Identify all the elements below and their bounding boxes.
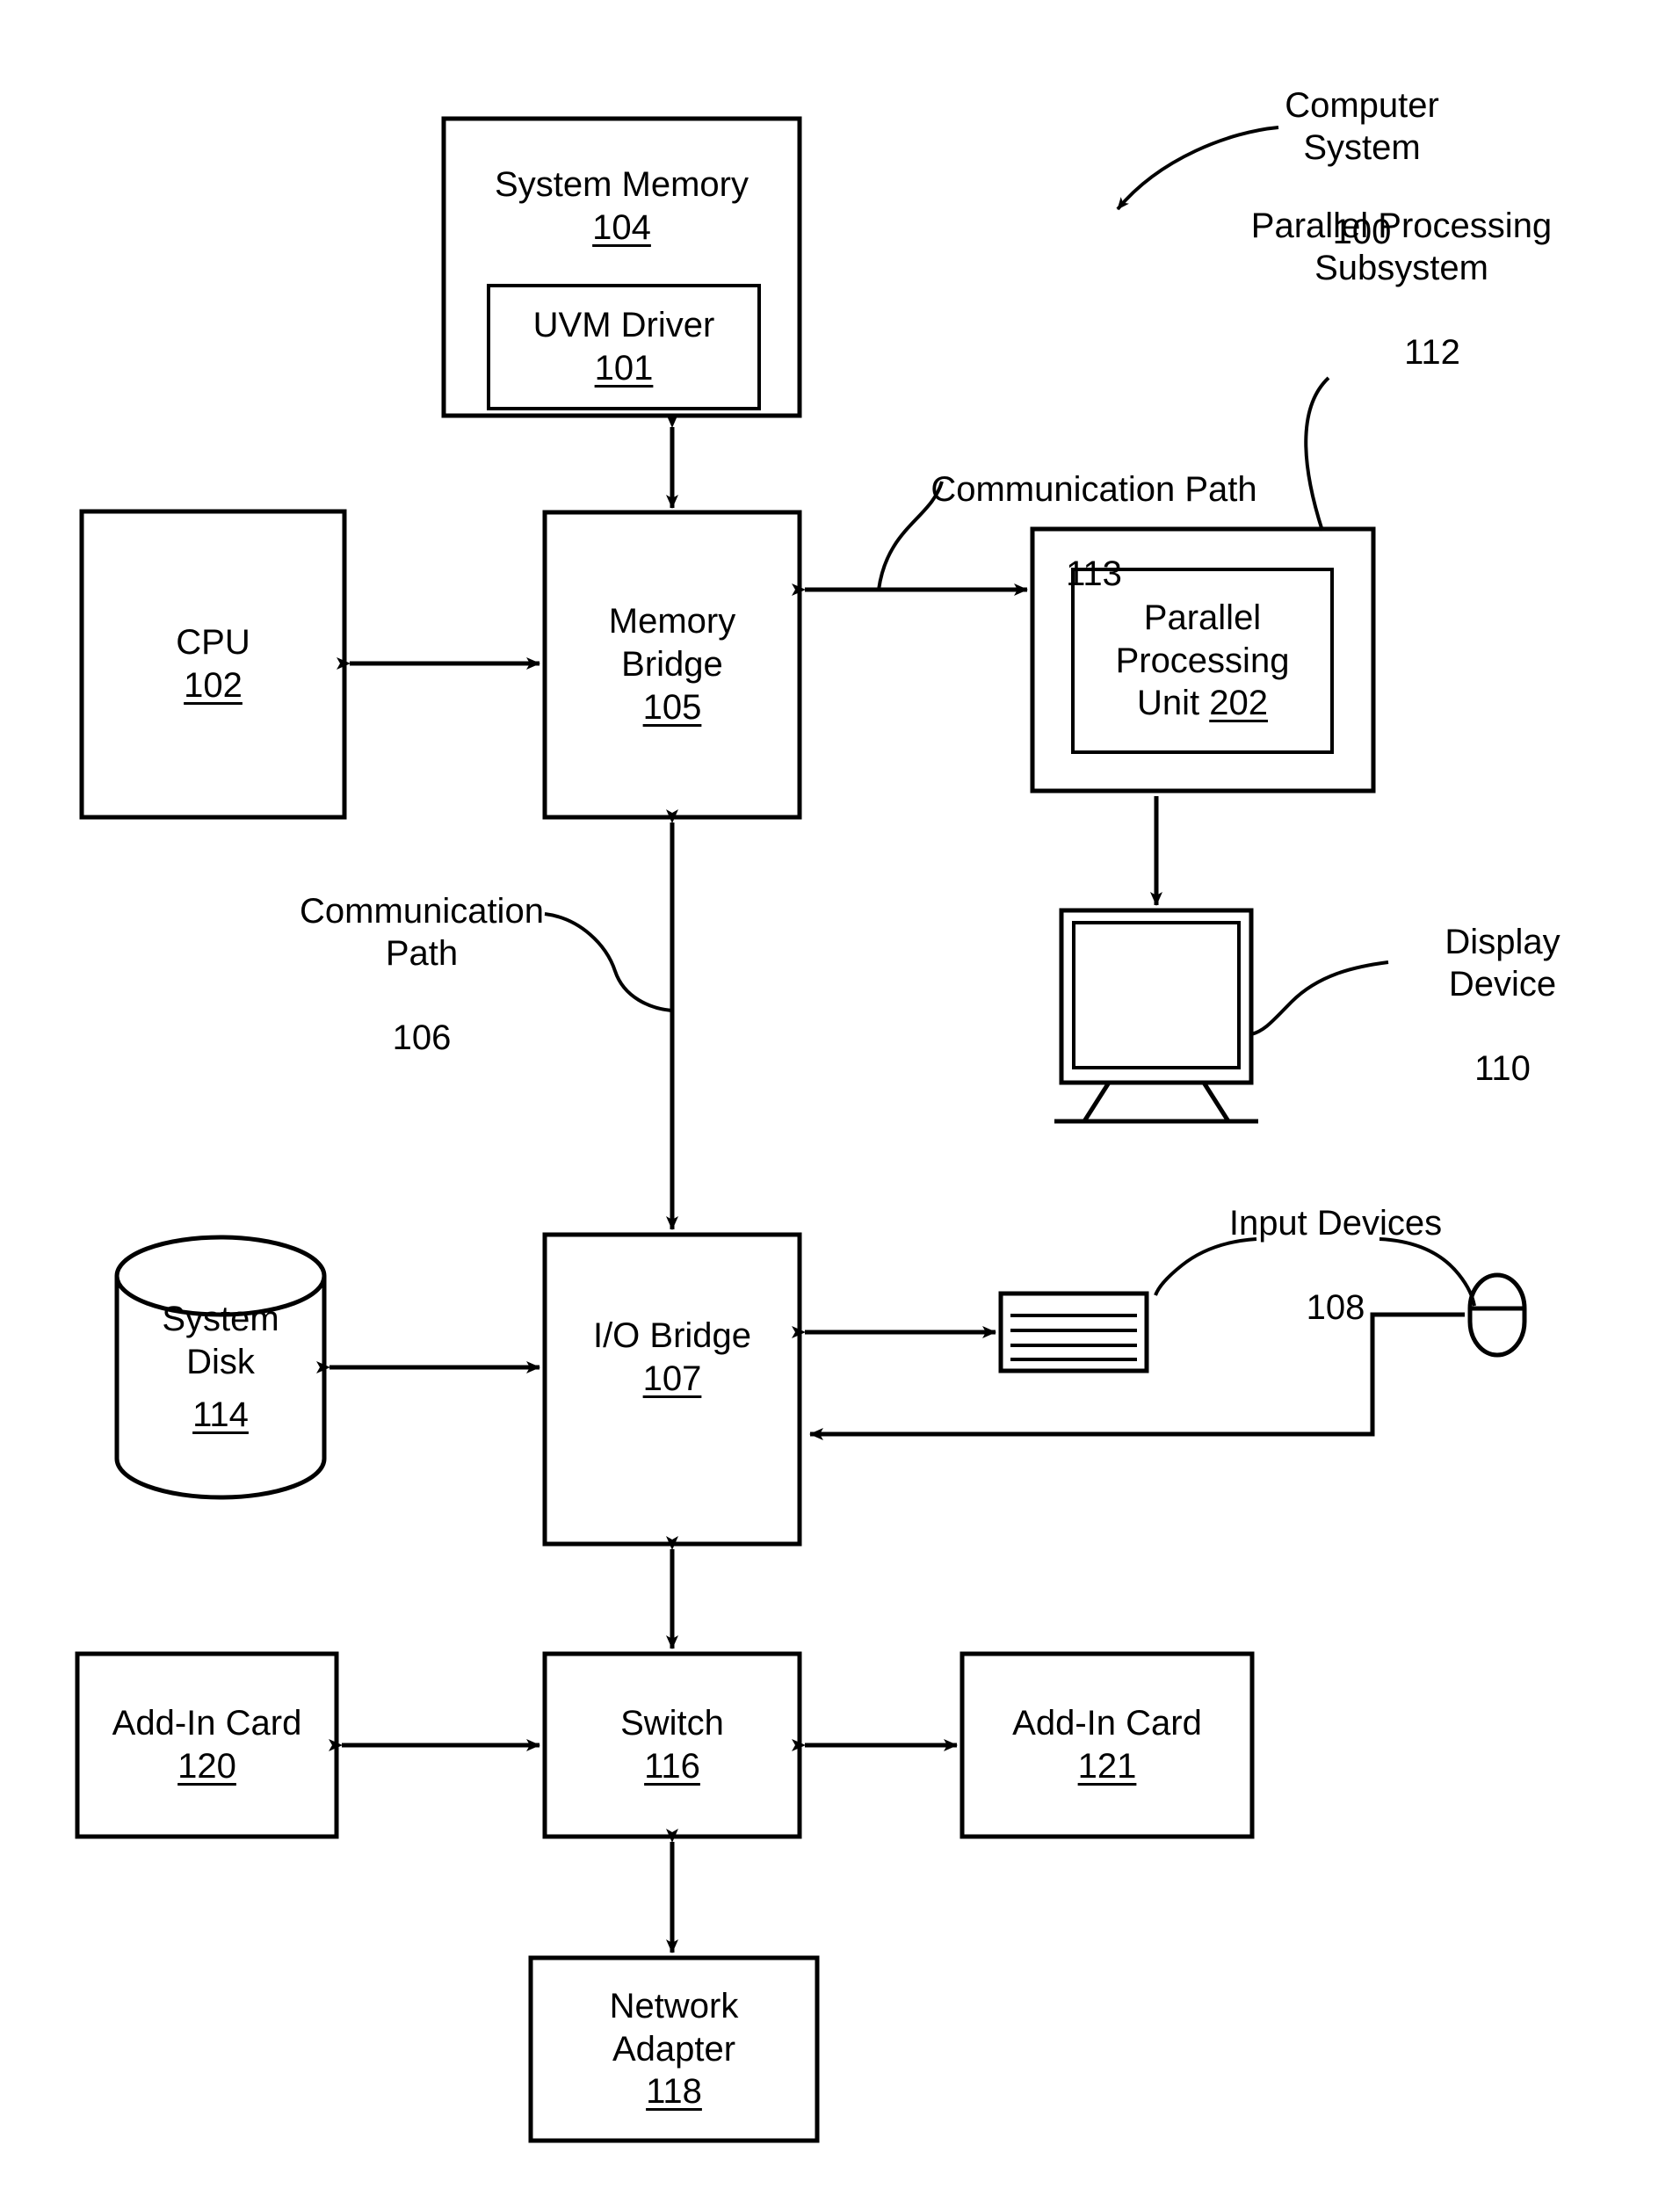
display-device-name: Display Device: [1445, 923, 1561, 1004]
input-devices-name: Input Devices: [1228, 1204, 1443, 1243]
communication-path-106-name: Communication Path: [300, 892, 544, 973]
leader-display-device: [1250, 960, 1389, 1036]
uvm-driver-box: [487, 284, 761, 410]
patent-figure: System Memory 104 UVM Driver 101 CPU 102…: [0, 0, 1680, 2203]
switch-box: [542, 1651, 802, 1839]
display-device-annotation: Display Device 110: [1393, 879, 1612, 1132]
io-bridge-box: [542, 1232, 802, 1547]
computer-system-name: Computer System: [1285, 86, 1439, 167]
system-memory-box: [441, 116, 802, 418]
parallel-processing-subsystem-name: Parallel Processing Subsystem: [1250, 207, 1553, 287]
keyboard-shape: [998, 1291, 1149, 1373]
input-devices-annotation: Input Devices 108: [1169, 1160, 1503, 1371]
communication-path-113-ref: 113: [1066, 554, 1122, 593]
network-adapter-box: [528, 1955, 820, 2143]
add-in-card-121-box: [959, 1651, 1255, 1839]
display-device-monitor: [1054, 908, 1258, 1124]
input-devices-ref: 108: [1306, 1288, 1365, 1327]
add-in-card-120-box: [75, 1651, 339, 1839]
communication-path-113-annotation: Communication Path 113: [905, 426, 1283, 637]
memory-bridge-box: [542, 510, 802, 820]
parallel-processing-subsystem-annotation: Parallel Processing Subsystem 112: [1204, 163, 1599, 416]
communication-path-113-name: Communication Path: [931, 470, 1257, 509]
communication-path-106-annotation: Communication Path 106: [272, 848, 571, 1101]
display-device-ref: 110: [1474, 1049, 1531, 1088]
parallel-processing-subsystem-ref: 112: [1404, 333, 1460, 372]
communication-path-106-ref: 106: [392, 1018, 452, 1057]
system-disk-cylinder: [114, 1235, 327, 1500]
cpu-box: [79, 509, 347, 820]
